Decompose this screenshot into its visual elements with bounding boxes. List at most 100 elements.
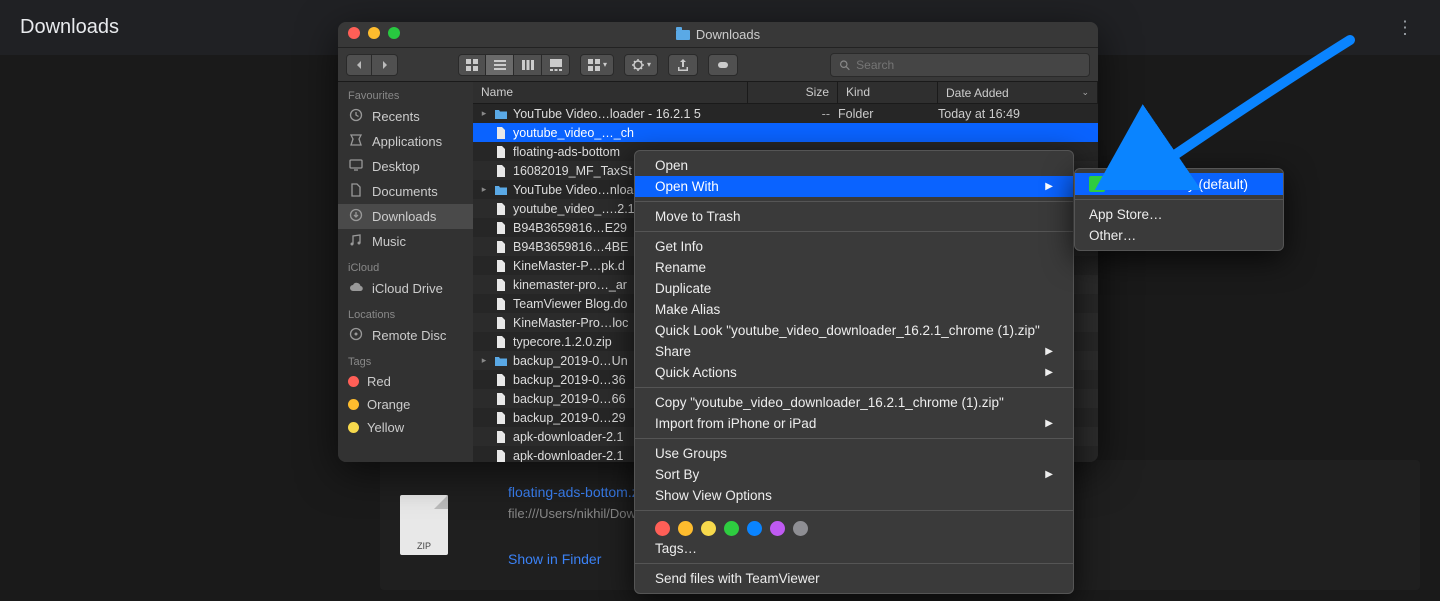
menu-item[interactable]: Quick Look "youtube_video_downloader_16.…: [635, 320, 1073, 341]
tags-button[interactable]: [708, 54, 738, 76]
menu-item[interactable]: Rename: [635, 257, 1073, 278]
tag-color-button[interactable]: [701, 521, 716, 536]
zoom-window-button[interactable]: [388, 27, 400, 39]
sidebar-tag-yellow[interactable]: Yellow: [338, 416, 473, 439]
column-name[interactable]: Name: [473, 82, 748, 103]
sidebar-section-locations: Locations: [338, 301, 473, 323]
sidebar-item-recents[interactable]: Recents: [338, 104, 473, 129]
menu-item[interactable]: Share ▶: [635, 341, 1073, 362]
forward-button[interactable]: [372, 54, 398, 76]
column-date-added[interactable]: Date Added⌄: [938, 82, 1098, 103]
tag-color-button[interactable]: [793, 521, 808, 536]
desktop-icon: [348, 158, 364, 175]
disclosure-triangle-icon[interactable]: ▸: [479, 355, 489, 366]
menu-item[interactable]: Open With▶: [635, 176, 1073, 197]
submenu-item[interactable]: App Store…: [1075, 204, 1283, 225]
menu-separator: [635, 563, 1073, 564]
search-field[interactable]: [830, 53, 1090, 77]
sidebar-tag-red[interactable]: Red: [338, 370, 473, 393]
file-icon: [493, 393, 509, 405]
gallery-view-button[interactable]: [542, 54, 570, 76]
menu-separator: [1075, 199, 1283, 200]
view-mode-segment: [458, 54, 570, 76]
menu-item[interactable]: Use Groups: [635, 443, 1073, 464]
minimize-window-button[interactable]: [368, 27, 380, 39]
action-button[interactable]: ▾: [624, 54, 658, 76]
search-input[interactable]: [856, 58, 1081, 72]
sidebar-tag-orange[interactable]: Orange: [338, 393, 473, 416]
submenu-arrow-icon: ▶: [1045, 418, 1053, 429]
page-title: Downloads: [20, 16, 119, 39]
file-icon: [493, 146, 509, 158]
file-row[interactable]: ▸YouTube Video…loader - 16.2.1 5--Folder…: [473, 104, 1098, 123]
back-button[interactable]: [346, 54, 372, 76]
sidebar-item-applications[interactable]: Applications: [338, 129, 473, 154]
sidebar-item-icloud-drive[interactable]: iCloud Drive: [338, 276, 473, 301]
file-kind: Folder: [838, 107, 938, 121]
sidebar-item-label: iCloud Drive: [372, 281, 443, 296]
sidebar-section-tags: Tags: [338, 348, 473, 370]
sidebar-item-label: Orange: [367, 397, 410, 412]
menu-item[interactable]: Tags…: [635, 538, 1073, 559]
close-window-button[interactable]: [348, 27, 360, 39]
menu-item[interactable]: Send files with TeamViewer: [635, 568, 1073, 589]
file-icon: [493, 127, 509, 139]
cloud-icon: [348, 280, 364, 297]
file-icon: [493, 298, 509, 310]
submenu-item[interactable]: Other…: [1075, 225, 1283, 246]
sidebar-item-label: Applications: [372, 134, 442, 149]
disclosure-triangle-icon[interactable]: ▸: [479, 184, 489, 195]
download-filename[interactable]: floating-ads-bottom.zip: [508, 484, 653, 500]
sidebar-item-label: Yellow: [367, 420, 404, 435]
tag-color-button[interactable]: [655, 521, 670, 536]
menu-item[interactable]: Sort By▶: [635, 464, 1073, 485]
menu-item[interactable]: Import from iPhone or iPad ▶: [635, 413, 1073, 434]
menu-separator: [635, 510, 1073, 511]
download-filepath: file:///Users/nikhil/Downlo: [508, 506, 653, 521]
tag-color-button[interactable]: [747, 521, 762, 536]
sidebar-item-desktop[interactable]: Desktop: [338, 154, 473, 179]
menu-item[interactable]: Quick Actions▶: [635, 362, 1073, 383]
sidebar-item-downloads[interactable]: Downloads: [338, 204, 473, 229]
menu-item[interactable]: Duplicate: [635, 278, 1073, 299]
tag-color-button[interactable]: [724, 521, 739, 536]
column-size[interactable]: Size: [748, 82, 838, 103]
sort-chevron-icon: ⌄: [1081, 87, 1089, 98]
menu-item[interactable]: Show View Options: [635, 485, 1073, 506]
submenu-arrow-icon: ▶: [1045, 346, 1053, 357]
file-row[interactable]: youtube_video_…_ch: [473, 123, 1098, 142]
menu-item[interactable]: Move to Trash: [635, 206, 1073, 227]
menu-item[interactable]: Make Alias: [635, 299, 1073, 320]
file-icon: [493, 241, 509, 253]
sidebar-item-label: Recents: [372, 109, 420, 124]
menu-item[interactable]: Get Info: [635, 236, 1073, 257]
menu-item-label: Get Info: [655, 239, 703, 254]
menu-item[interactable]: Copy "youtube_video_downloader_16.2.1_ch…: [635, 392, 1073, 413]
menu-item[interactable]: Open: [635, 155, 1073, 176]
icon-view-button[interactable]: [458, 54, 486, 76]
file-icon: [493, 222, 509, 234]
folder-icon: [493, 355, 509, 367]
list-view-button[interactable]: [486, 54, 514, 76]
submenu-arrow-icon: ▶: [1045, 367, 1053, 378]
tag-color-button[interactable]: [678, 521, 693, 536]
group-by-button[interactable]: ▾: [580, 54, 614, 76]
sidebar-item-music[interactable]: Music: [338, 229, 473, 254]
share-button[interactable]: [668, 54, 698, 76]
menu-item-label: Import from iPhone or iPad: [655, 416, 816, 431]
menu-separator: [635, 201, 1073, 202]
show-in-finder-link[interactable]: Show in Finder: [508, 551, 653, 567]
sidebar-item-remote-disc[interactable]: Remote Disc: [338, 323, 473, 348]
column-kind[interactable]: Kind: [838, 82, 938, 103]
finder-sidebar: Favourites RecentsApplicationsDesktopDoc…: [338, 82, 473, 462]
search-icon: [839, 59, 850, 71]
sidebar-item-documents[interactable]: Documents: [338, 179, 473, 204]
disclosure-triangle-icon[interactable]: ▸: [479, 108, 489, 119]
tag-color-button[interactable]: [770, 521, 785, 536]
menu-item-label: Send files with TeamViewer: [655, 571, 820, 586]
clock-icon: [348, 108, 364, 125]
menu-item-label: Share: [655, 344, 691, 359]
tags-row: [635, 515, 1073, 538]
column-view-button[interactable]: [514, 54, 542, 76]
more-menu-icon[interactable]: ⋮: [1395, 17, 1415, 38]
